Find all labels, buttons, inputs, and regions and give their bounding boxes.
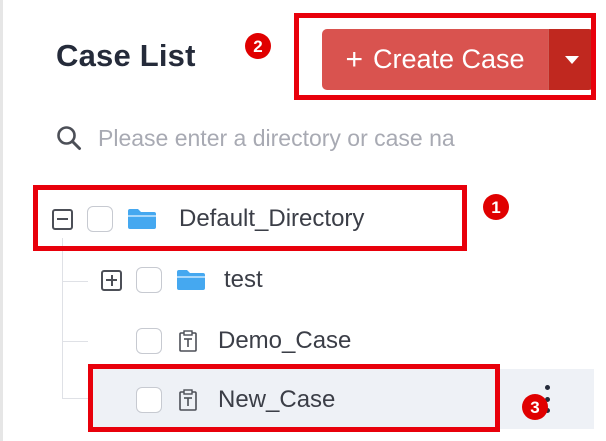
tree-node-test[interactable]: test: [101, 262, 263, 298]
tree-node-label: test: [224, 266, 263, 293]
search-icon: [57, 126, 81, 150]
folder-icon: [177, 270, 205, 290]
search-bar: [56, 118, 546, 158]
tree-node-checkbox[interactable]: [136, 267, 162, 293]
tree-guide-vertical: [62, 238, 63, 398]
highlight-create-case: [294, 13, 596, 100]
search-input[interactable]: [96, 123, 540, 153]
tree-guide-horizontal: [62, 398, 88, 399]
annotation-badge-1: 1: [483, 194, 509, 220]
page-title: Case List: [56, 38, 196, 73]
highlight-new-case: [88, 364, 500, 432]
annotation-badge-2: 2: [245, 33, 271, 59]
case-icon: [179, 330, 197, 352]
tree-node-checkbox[interactable]: [136, 328, 162, 354]
tree-node-label: Demo_Case: [218, 327, 352, 354]
highlight-default-directory: [33, 185, 467, 251]
annotation-badge-3: 3: [522, 394, 548, 420]
tree-guide-horizontal: [62, 341, 88, 342]
tree-node-demo-case[interactable]: Demo_Case: [136, 323, 351, 359]
expand-icon[interactable]: [101, 269, 122, 291]
tree-guide-horizontal: [62, 281, 88, 282]
panel-left-border: [0, 0, 3, 441]
